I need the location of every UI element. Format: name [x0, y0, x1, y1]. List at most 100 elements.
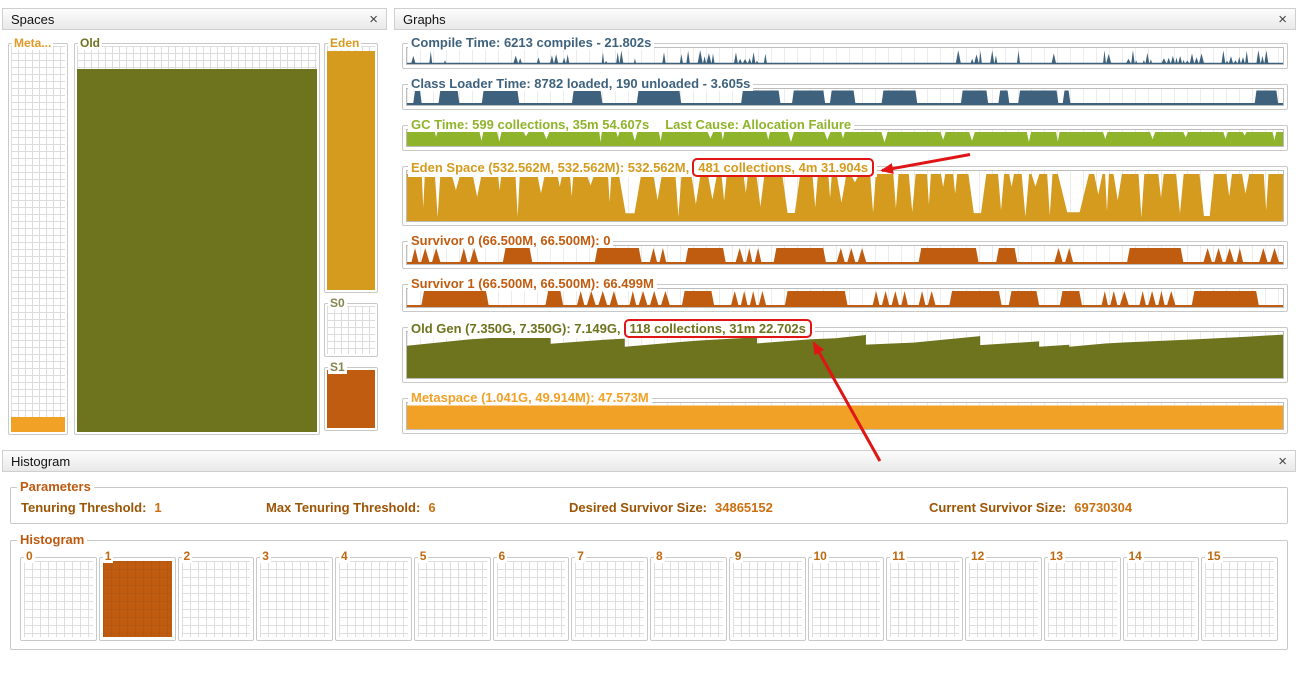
- histogram-bucket-13: 13: [1043, 549, 1121, 641]
- bucket-grid: [890, 561, 959, 637]
- histogram-close-icon[interactable]: ×: [1278, 454, 1287, 469]
- histogram-bucket-15: 15: [1201, 549, 1278, 641]
- space-eden-label: Eden: [328, 36, 362, 50]
- graph-group-6: Old Gen (7.350G, 7.350G): 7.149G, 118 col…: [402, 319, 1288, 383]
- graph-canvas-7: [406, 402, 1284, 430]
- parameter-label: Desired Survivor Size:: [569, 500, 707, 515]
- space-eden: Eden: [324, 36, 378, 293]
- graphs-content: Compile Time: 6213 compiles - 21.802s Cla…: [394, 31, 1296, 439]
- histogram-bucket-5: 5: [413, 549, 491, 641]
- graph-title: Eden Space (532.562M, 532.562M): 532.562…: [411, 160, 690, 175]
- histogram-bucket-14: 14: [1122, 549, 1200, 641]
- histogram-panel-header[interactable]: Histogram ×: [2, 450, 1296, 472]
- bucket-grid: [1047, 561, 1117, 637]
- space-s1-label: S1: [328, 360, 347, 374]
- space-s1: S1: [324, 360, 378, 431]
- histogram-group-title: Histogram: [17, 532, 88, 547]
- histogram-bucket-10: 10: [807, 549, 885, 641]
- space-metaspace-fill: [11, 416, 65, 432]
- histogram-group: Histogram 0 1 2 3 4 5 6 7 8 9 10 11 12 13 14 15: [10, 532, 1288, 650]
- bucket-label: 5: [417, 549, 429, 563]
- graph-title-row: Eden Space (532.562M, 532.562M): 532.562…: [408, 158, 878, 177]
- graph-group-4: Survivor 0 (66.500M, 66.500M): 0: [402, 233, 1288, 269]
- space-s0-area: [327, 306, 375, 354]
- graph-title: Class Loader Time: 8782 loaded, 190 unlo…: [411, 76, 751, 91]
- bucket-grid: [260, 561, 329, 637]
- annotation-red-box: 118 collections, 31m 22.702s: [623, 319, 812, 338]
- space-metaspace: Meta...: [8, 36, 68, 435]
- spaces-close-icon[interactable]: ×: [369, 12, 378, 27]
- spaces-panel: Spaces × Meta... Old Eden S0 S1: [2, 8, 387, 439]
- bucket-grid: [339, 561, 408, 637]
- parameter-item-2: Desired Survivor Size: 34865152: [569, 500, 929, 515]
- histogram-bucket-3: 3: [256, 549, 333, 641]
- graph-group-2: GC Time: 599 collections, 35m 54.607s Las…: [402, 117, 1288, 151]
- graph-canvas-6: [406, 331, 1284, 379]
- parameter-item-0: Tenuring Threshold: 1: [21, 500, 266, 515]
- spaces-panel-title: Spaces: [11, 11, 55, 27]
- histogram-bucket-11: 11: [886, 549, 963, 641]
- space-metaspace-label: Meta...: [12, 36, 54, 50]
- graph-canvas-5: [406, 288, 1284, 308]
- histogram-bucket-8: 8: [650, 549, 727, 641]
- space-old-label: Old: [78, 36, 102, 50]
- bucket-grid: [811, 561, 881, 637]
- graph-group-1: Class Loader Time: 8782 loaded, 190 unlo…: [402, 76, 1288, 110]
- bucket-label: 9: [732, 549, 744, 563]
- graphs-panel: Graphs × Compile Time: 6213 compiles - 2…: [394, 8, 1296, 439]
- graph-canvas-3: [406, 170, 1284, 222]
- parameters-group: Parameters Tenuring Threshold: 1 Max Tenur…: [10, 479, 1288, 524]
- graph-title-row: Survivor 0 (66.500M, 66.500M): 0: [408, 233, 614, 248]
- space-metaspace-area: [11, 46, 65, 432]
- graph-group-5: Survivor 1 (66.500M, 66.500M): 66.499M: [402, 276, 1288, 312]
- histogram-bucket-row: 0 1 2 3 4 5 6 7 8 9 10 11 12 13 14 15: [20, 549, 1278, 641]
- bucket-label: 4: [339, 549, 350, 563]
- histogram-bucket-2: 2: [177, 549, 255, 641]
- spaces-panel-header[interactable]: Spaces ×: [2, 8, 387, 30]
- spaces-content: Meta... Old Eden S0 S1: [2, 31, 387, 439]
- parameter-label: Max Tenuring Threshold:: [266, 500, 421, 515]
- histogram-bucket-1: 1: [98, 549, 176, 641]
- bucket-grid: [496, 561, 566, 637]
- graph-group-7: Metaspace (1.041G, 49.914M): 47.573M: [402, 390, 1288, 434]
- graphs-panel-title: Graphs: [403, 11, 446, 27]
- annotation-red-box: 481 collections, 4m 31.904s: [692, 158, 875, 177]
- bucket-grid: [654, 561, 723, 637]
- bucket-grid: [575, 561, 644, 637]
- histogram-bucket-12: 12: [965, 549, 1042, 641]
- bucket-label: 1: [102, 549, 114, 563]
- parameters-group-title: Parameters: [17, 479, 94, 494]
- space-s0-label: S0: [328, 296, 347, 310]
- graph-group-0: Compile Time: 6213 compiles - 21.802s: [402, 35, 1288, 69]
- parameter-value: 1: [154, 500, 162, 515]
- bucket-grid: [417, 561, 487, 637]
- parameter-item-3: Current Survivor Size: 69730304: [929, 500, 1132, 515]
- bucket-label: 3: [260, 549, 271, 563]
- bucket-grid: [969, 561, 1038, 637]
- graphs-close-icon[interactable]: ×: [1278, 12, 1287, 27]
- graph-title: Survivor 0 (66.500M, 66.500M): 0: [411, 233, 611, 248]
- space-eden-fill: [327, 50, 375, 290]
- parameter-item-1: Max Tenuring Threshold: 6: [266, 500, 569, 515]
- parameters-row: Tenuring Threshold: 1 Max Tenuring Thresho…: [21, 500, 1277, 515]
- bucket-label: 0: [24, 549, 35, 563]
- histogram-panel: Histogram × Parameters Tenuring Threshol…: [2, 450, 1296, 666]
- space-old: Old: [74, 36, 320, 435]
- graph-title-row: Class Loader Time: 8782 loaded, 190 unlo…: [408, 76, 754, 91]
- parameter-label: Tenuring Threshold:: [21, 500, 147, 515]
- bucket-grid: [732, 561, 802, 637]
- space-eden-area: [327, 46, 375, 290]
- bucket-label: 7: [575, 549, 586, 563]
- graphs-panel-header[interactable]: Graphs ×: [394, 8, 1296, 30]
- space-old-fill: [77, 69, 317, 432]
- histogram-bucket-4: 4: [335, 549, 412, 641]
- graph-canvas-4: [406, 245, 1284, 265]
- parameter-value: 34865152: [715, 500, 773, 515]
- graph-group-3: Eden Space (532.562M, 532.562M): 532.562…: [402, 158, 1288, 226]
- graph-title: Metaspace (1.041G, 49.914M): 47.573M: [411, 390, 649, 405]
- bucket-grid: [1205, 561, 1274, 637]
- graph-title: Survivor 1 (66.500M, 66.500M): 66.499M: [411, 276, 654, 291]
- histogram-bucket-9: 9: [728, 549, 806, 641]
- parameter-value: 6: [428, 500, 436, 515]
- bucket-label: 8: [654, 549, 665, 563]
